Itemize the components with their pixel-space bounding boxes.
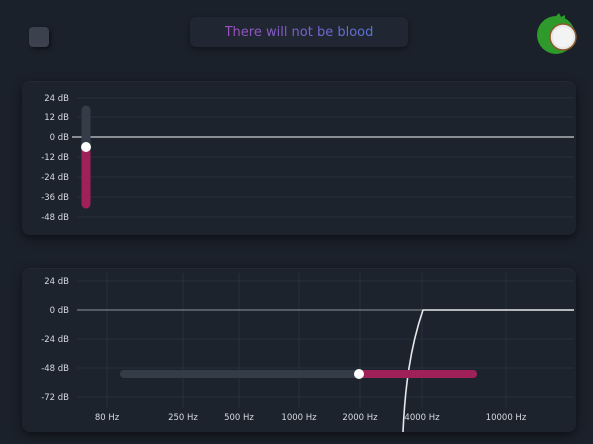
filter-freq-labels: 80 Hz 250 Hz 500 Hz 1000 Hz 2000 Hz 4000… (95, 413, 527, 423)
db-label: -24 dB (41, 335, 69, 345)
gain-grid (77, 97, 574, 218)
freq-label: 80 Hz (95, 413, 120, 423)
coconut-icon[interactable] (534, 12, 580, 56)
db-label: -24 dB (41, 173, 69, 183)
freq-label: 2000 Hz (342, 413, 378, 423)
crossover-slider-thumb[interactable] (354, 369, 364, 379)
square-toggle-button[interactable] (29, 27, 49, 47)
gain-slider[interactable] (81, 105, 91, 209)
gain-graph: 24 dB 12 dB 0 dB -12 dB -24 dB -36 dB -4… (41, 94, 574, 223)
gain-slider-thumb[interactable] (81, 142, 91, 152)
db-label: -12 dB (41, 153, 69, 163)
db-label: 12 dB (44, 113, 69, 123)
page-title: There will not be blood (224, 24, 374, 40)
freq-label: 1000 Hz (281, 413, 317, 423)
title-box: There will not be blood (190, 17, 408, 47)
freq-label: 4000 Hz (404, 413, 440, 423)
db-label: -48 dB (41, 364, 69, 374)
freq-label: 10000 Hz (486, 413, 527, 423)
crossover-slider[interactable] (120, 369, 477, 379)
db-label: 0 dB (50, 306, 70, 316)
filter-panel: 24 dB 0 dB -24 dB -48 dB -72 dB 80 Hz 25… (22, 268, 576, 432)
db-label: 24 dB (44, 94, 69, 104)
gain-panel: 24 dB 12 dB 0 dB -12 dB -24 dB -36 dB -4… (22, 81, 576, 235)
db-label: 0 dB (50, 133, 70, 143)
filter-db-labels: 24 dB 0 dB -24 dB -48 dB -72 dB (41, 277, 69, 403)
freq-label: 250 Hz (168, 413, 198, 423)
db-label: -72 dB (41, 393, 69, 403)
db-label: -36 dB (41, 193, 69, 203)
db-label: -48 dB (41, 213, 69, 223)
db-label: 24 dB (44, 277, 69, 287)
filter-grid (77, 273, 574, 408)
filter-graph: 24 dB 0 dB -24 dB -48 dB -72 dB 80 Hz 25… (41, 273, 574, 432)
freq-label: 500 Hz (224, 413, 254, 423)
gain-db-labels: 24 dB 12 dB 0 dB -12 dB -24 dB -36 dB -4… (41, 94, 69, 223)
